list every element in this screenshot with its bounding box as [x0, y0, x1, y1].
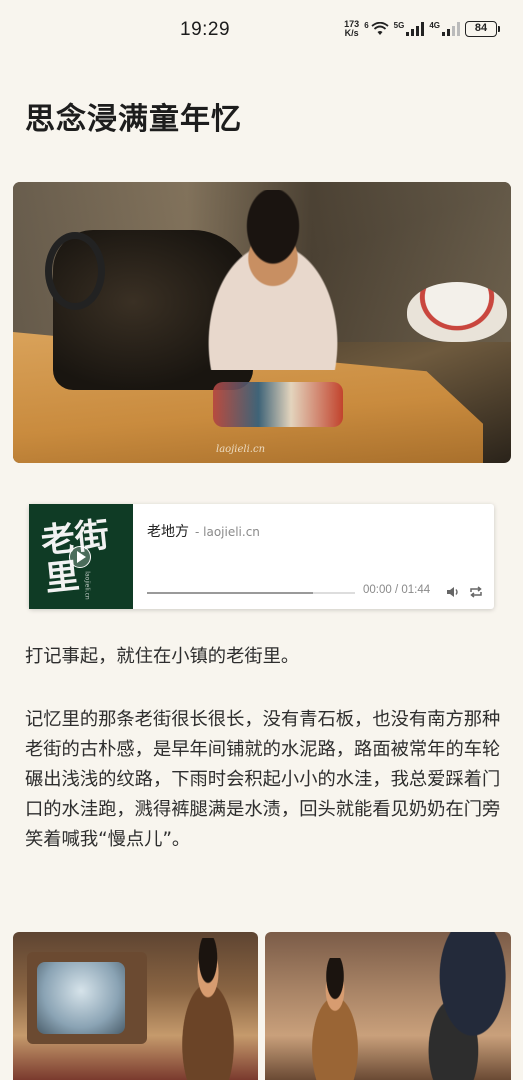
time-readout: 00:00 / 01:44 — [363, 584, 431, 596]
song-title: 老地方 — [147, 524, 189, 540]
play-button[interactable] — [69, 546, 91, 568]
progress-bar[interactable] — [147, 592, 355, 594]
photo-kid — [163, 938, 253, 1080]
net-speed: 173 K/s — [344, 19, 360, 38]
progress-fill — [147, 592, 314, 594]
wifi-label: 6 — [364, 21, 369, 30]
status-time: 19:29 — [180, 19, 231, 40]
loop-icon[interactable] — [469, 586, 483, 598]
photo-kid-cobbler — [265, 932, 511, 1080]
song-source: - laojieli.cn — [195, 525, 260, 539]
photo-cobbler — [415, 932, 511, 1080]
sim2-label: 4G — [429, 21, 440, 30]
tv-screen — [37, 962, 125, 1034]
wifi-icon — [371, 22, 389, 35]
hero-image — [13, 182, 511, 463]
sim1-label: 5G — [393, 21, 405, 30]
hero-basin — [407, 282, 507, 342]
battery-indicator: 84 — [465, 21, 500, 37]
cover-sub: laojieli.cn — [83, 571, 91, 600]
status-icons: 173 K/s 6 5G 4G 84 — [344, 19, 500, 38]
song-info: 老地方 - laojieli.cn — [147, 521, 260, 541]
status-bar: 19:29 173 K/s 6 5G 4G 84 — [0, 0, 523, 62]
photo-kid-tv — [13, 932, 258, 1080]
music-player[interactable]: 老街里 laojieli.cn 老地方 - laojieli.cn 00:00 /… — [29, 504, 494, 609]
hero-boy — [173, 190, 373, 370]
tv-set — [27, 952, 147, 1044]
paragraph: 打记事起，就住在小镇的老街里。 — [25, 646, 300, 667]
sewing-wheel — [45, 232, 105, 310]
photo-kid — [295, 958, 375, 1080]
album-cover[interactable]: 老街里 laojieli.cn — [29, 504, 133, 609]
hero-doll — [213, 382, 343, 427]
page-title: 思念浸满童年忆 — [25, 102, 242, 137]
signal-icon — [442, 22, 460, 36]
hero-watermark: laojieli.cn — [216, 444, 266, 455]
volume-icon[interactable] — [446, 586, 460, 598]
signal-icon — [406, 22, 425, 36]
paragraph: 记忆里的那条老街很长很长，没有青石板，也没有南方那种老街的古朴感，是早年间铺就的… — [25, 709, 501, 850]
